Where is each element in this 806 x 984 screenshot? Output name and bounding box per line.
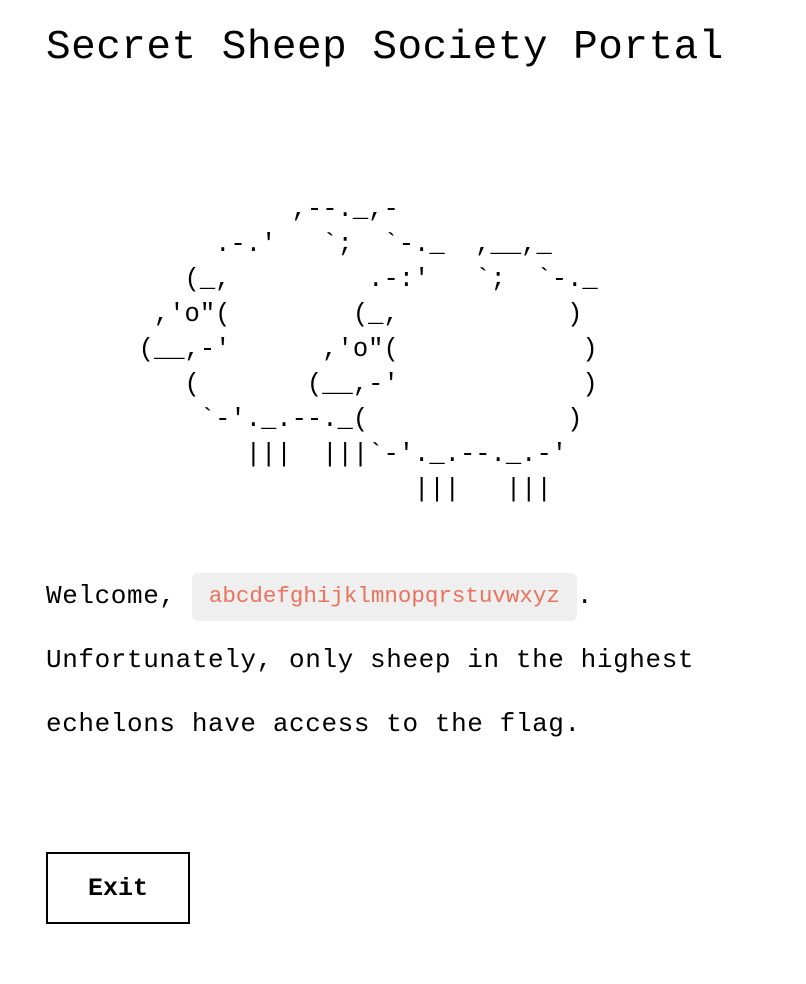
portal-page: Secret Sheep Society Portal ,--._,- .-.'… <box>46 22 766 924</box>
exit-button[interactable]: Exit <box>46 852 190 924</box>
access-denied-text: Unfortunately, only sheep in the highest… <box>46 645 695 739</box>
page-title: Secret Sheep Society Portal <box>46 25 724 71</box>
sheep-ascii-art: ,--._,- .-.' `; `-._ ,__,_ (_, .-:' `; `… <box>138 195 598 504</box>
welcome-greeting: Welcome, <box>46 581 176 611</box>
username-badge: abcdefghijklmnopqrstuvwxyz <box>191 573 577 621</box>
welcome-message: Welcome, abcdefghijklmnopqrstuvwxyz. Unf… <box>46 564 766 756</box>
welcome-period: . <box>576 581 594 611</box>
